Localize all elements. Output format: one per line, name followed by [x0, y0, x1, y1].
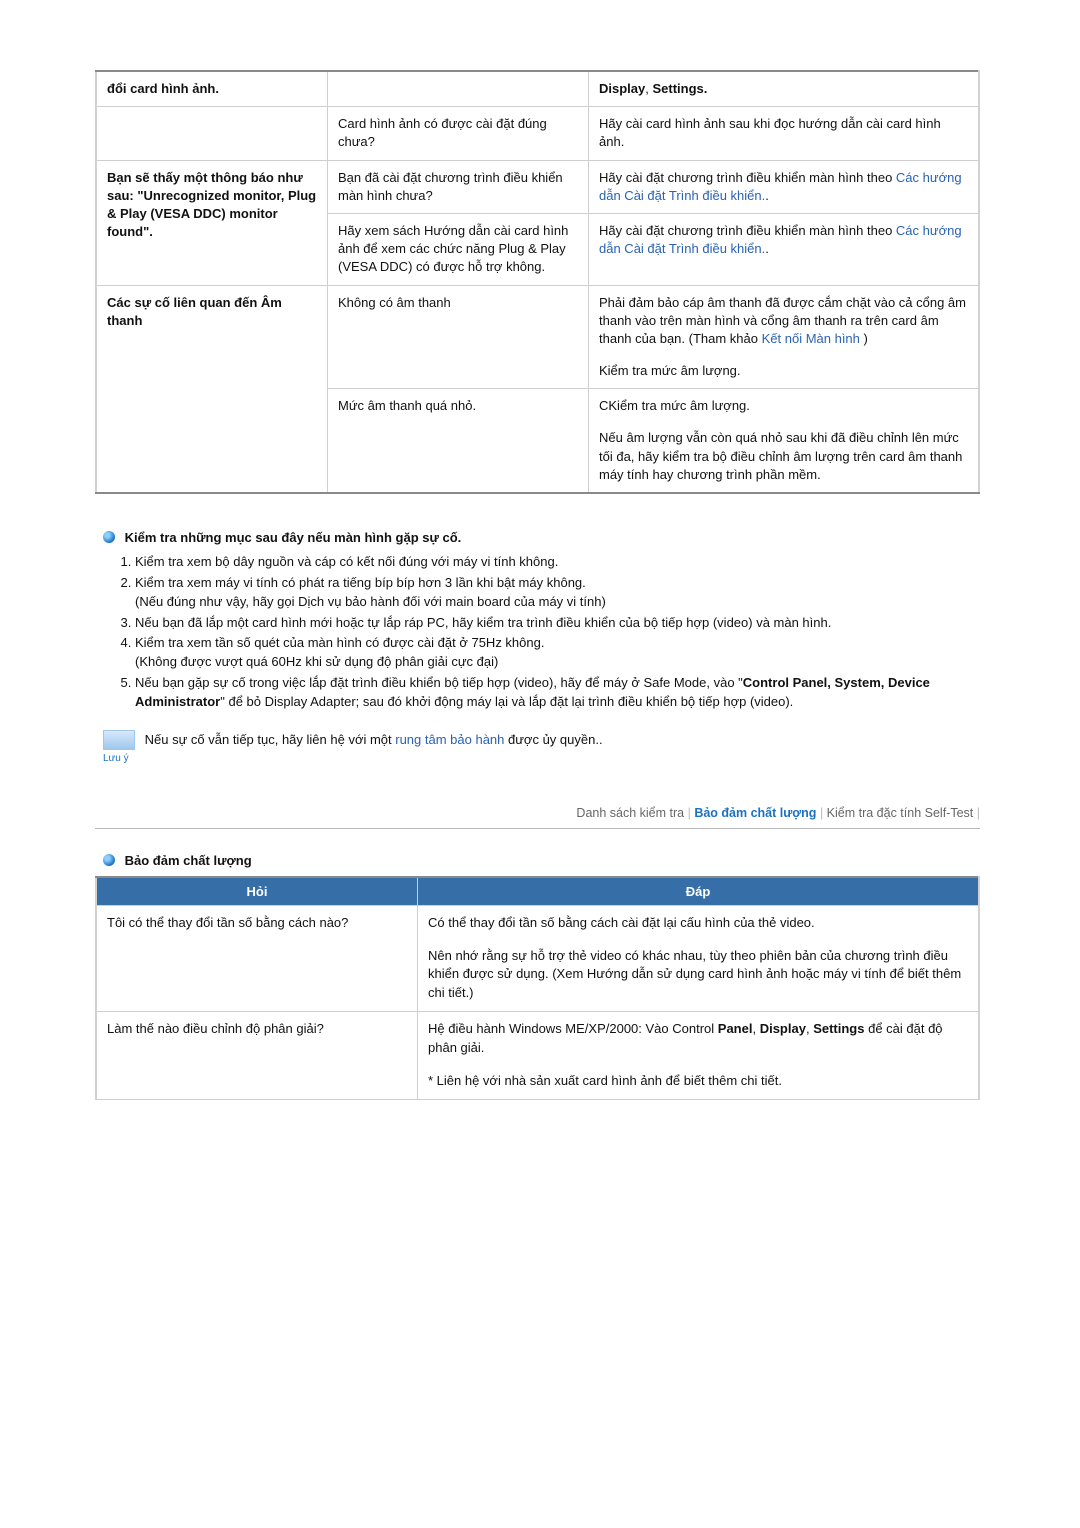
tab-selftest[interactable]: Kiểm tra đặc tính Self-Test: [827, 806, 974, 820]
note-icon: Lưu ý: [103, 730, 141, 766]
question-cell: Tôi có thể thay đổi tần số bằng cách nào…: [96, 905, 418, 1011]
tab-checklist[interactable]: Danh sách kiểm tra: [576, 806, 684, 820]
cause-cell: Card hình ảnh có được cài đặt đúng chưa?: [328, 107, 589, 160]
tab-quality[interactable]: Bảo đảm chất lượng: [694, 806, 816, 820]
cause-cell: Mức âm thanh quá nhỏ.: [328, 389, 589, 493]
note: Lưu ý Nếu sự cố vẫn tiếp tục, hãy liên h…: [103, 730, 980, 766]
bullet-icon: [103, 854, 115, 866]
answer-cell: Hệ điều hành Windows ME/XP/2000: Vào Con…: [418, 1012, 980, 1100]
qa-table: Hỏi Đáp Tôi có thể thay đổi tần số bằng …: [95, 876, 980, 1100]
checklist-heading: Kiểm tra những mục sau đây nếu màn hình …: [103, 530, 980, 545]
issue-cell: đổi card hình ảnh.: [96, 71, 328, 107]
issue-cell: Bạn sẽ thấy một thông báo như sau: "Unre…: [96, 160, 328, 285]
list-item: Kiểm tra xem bộ dây nguồn và cáp có kết …: [135, 553, 980, 572]
tab-bar: Danh sách kiểm tra | Bảo đảm chất lượng …: [95, 806, 980, 829]
issue-cell: [96, 107, 328, 160]
checklist: Kiểm tra xem bộ dây nguồn và cáp có kết …: [101, 553, 980, 712]
qa-head-answer: Đáp: [418, 877, 980, 906]
list-item: Nếu bạn gặp sự cố trong việc lắp đặt trì…: [135, 674, 980, 712]
qa-heading: Bảo đảm chất lượng: [103, 853, 980, 868]
question-cell: Làm thế nào điều chỉnh độ phân giải?: [96, 1012, 418, 1100]
qa-head-question: Hỏi: [96, 877, 418, 906]
list-item: Kiểm tra xem máy vi tính có phát ra tiến…: [135, 574, 980, 612]
solution-cell: Hãy cài đặt chương trình điều khiển màn …: [589, 160, 980, 213]
solution-cell: Phải đảm bảo cáp âm thanh đã được cắm ch…: [589, 285, 980, 389]
service-center-link[interactable]: rung tâm bảo hành: [395, 732, 504, 747]
solution-cell: Display, Settings.: [589, 71, 980, 107]
cause-cell: Hãy xem sách Hướng dẫn cài card hình ảnh…: [328, 213, 589, 285]
issue-cell: Các sự cố liên quan đến Âm thanh: [96, 285, 328, 493]
list-item: Kiểm tra xem tần số quét của màn hình có…: [135, 634, 980, 672]
cause-cell: Không có âm thanh: [328, 285, 589, 389]
cause-cell: [328, 71, 589, 107]
solution-cell: Hãy cài card hình ảnh sau khi đọc hướng …: [589, 107, 980, 160]
bullet-icon: [103, 531, 115, 543]
connect-monitor-link[interactable]: Kết nối Màn hình: [762, 331, 860, 346]
troubleshooting-table: đổi card hình ảnh. Display, Settings. Ca…: [95, 70, 980, 494]
list-item: Nếu bạn đã lắp một card hình mới hoặc tự…: [135, 614, 980, 633]
cause-cell: Bạn đã cài đặt chương trình điều khiển m…: [328, 160, 589, 213]
solution-cell: CKiểm tra mức âm lượng. Nếu âm lượng vẫn…: [589, 389, 980, 493]
solution-cell: Hãy cài đặt chương trình điều khiển màn …: [589, 213, 980, 285]
answer-cell: Có thể thay đổi tần số bằng cách cài đặt…: [418, 905, 980, 1011]
